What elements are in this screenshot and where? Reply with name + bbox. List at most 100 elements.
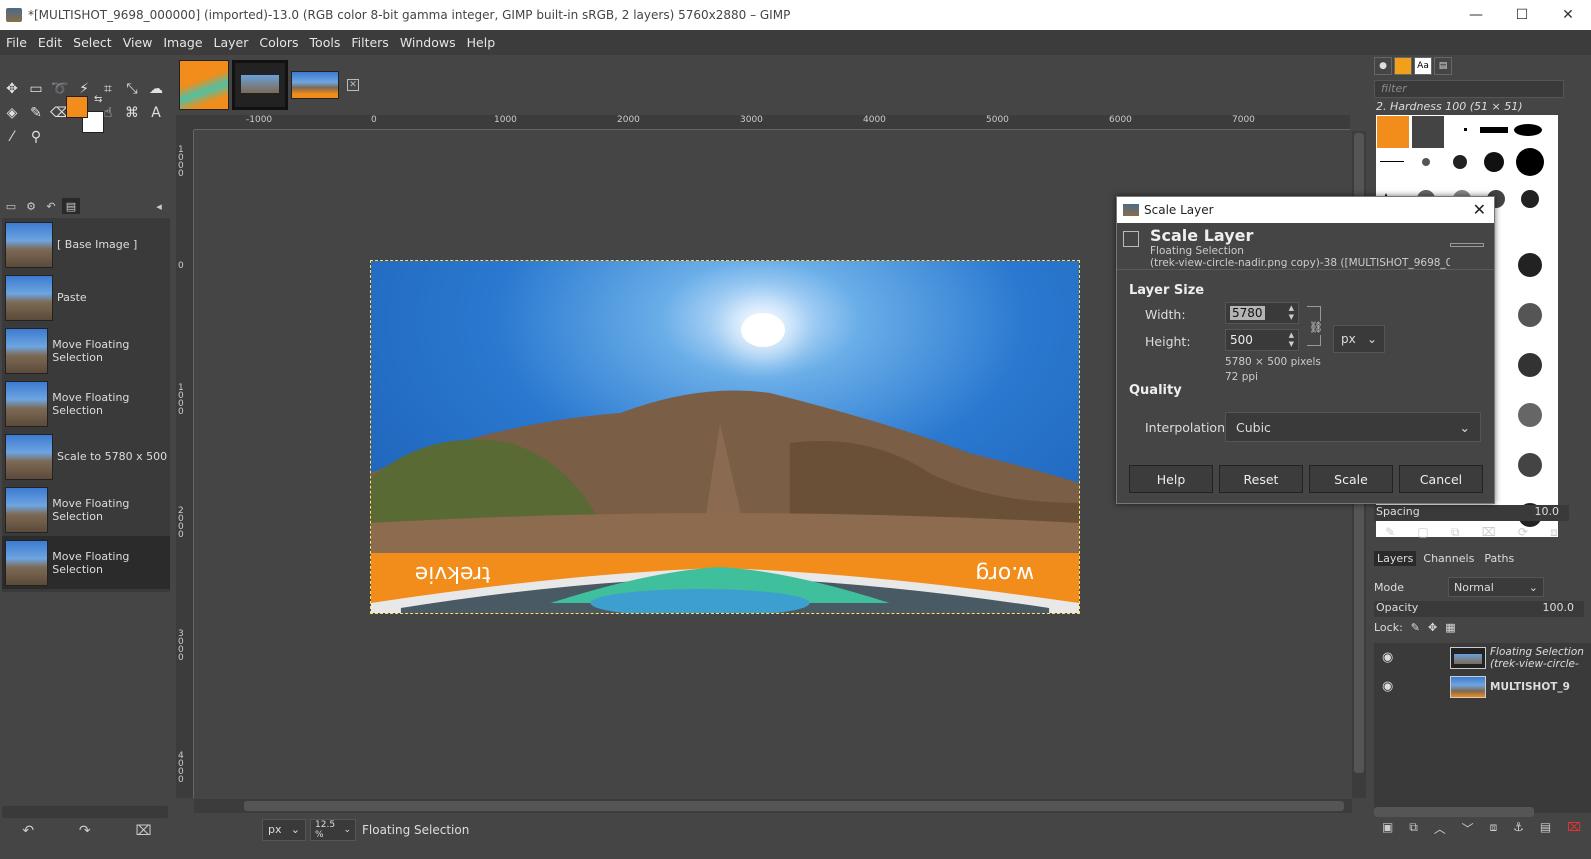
warp-transform-icon[interactable]: ☁ xyxy=(144,77,168,101)
bucket-fill-icon[interactable]: ◈ xyxy=(0,101,24,125)
menu-colors[interactable]: Colors xyxy=(259,35,298,50)
zoom-select[interactable]: 12.5 % ⌄ xyxy=(310,818,356,841)
unit-dropdown[interactable]: px ⌄ xyxy=(1333,325,1385,353)
layer-row[interactable]: ◉ Floating Selection (trek-view-circle- xyxy=(1374,643,1591,672)
width-spinbox[interactable]: 5780 ▲ ▼ xyxy=(1225,302,1299,324)
new-brush-icon[interactable]: ▢ xyxy=(1417,525,1428,543)
list-item[interactable]: Move Floating Selection xyxy=(2,324,170,377)
unified-transform-icon[interactable]: ⤡ xyxy=(120,77,144,101)
horizontal-scrollbar[interactable] xyxy=(194,799,1352,813)
menu-select[interactable]: Select xyxy=(73,35,112,50)
raise-layer-icon[interactable]: ︿ xyxy=(1434,820,1446,842)
swap-colors-icon[interactable]: ⇆ xyxy=(94,94,102,105)
new-group-icon[interactable]: ⧉ xyxy=(1409,820,1418,842)
menu-tools[interactable]: Tools xyxy=(310,35,341,50)
text-tool-icon[interactable]: A xyxy=(144,101,168,125)
spin-arrows-icon[interactable]: ▲ ▼ xyxy=(1289,331,1294,349)
list-item[interactable]: Paste xyxy=(2,271,170,324)
interpolation-select[interactable]: Cubic ⌄ xyxy=(1225,412,1481,442)
menu-view[interactable]: View xyxy=(123,35,153,50)
visibility-eye-icon[interactable]: ◉ xyxy=(1382,650,1402,665)
color-picker-icon[interactable]: ⁄ xyxy=(0,125,24,149)
lower-layer-icon[interactable]: ﹀ xyxy=(1462,820,1474,842)
vertical-ruler[interactable]: 1000 0 1000 2000 3000 4000 xyxy=(176,130,194,798)
tool-options-tab-icon[interactable]: ▭ xyxy=(2,198,20,214)
lock-alpha-icon[interactable]: ▦ xyxy=(1445,621,1455,634)
layers-scrollbar[interactable] xyxy=(1374,807,1534,817)
open-brush-icon[interactable]: ⧈ xyxy=(1550,525,1558,543)
visibility-eye-icon[interactable]: ◉ xyxy=(1382,679,1402,694)
minimize-button[interactable]: — xyxy=(1453,0,1499,30)
menu-filters[interactable]: Filters xyxy=(351,35,388,50)
anchor-layer-icon[interactable]: ⚓ xyxy=(1513,820,1524,842)
clear-history-icon[interactable]: ⌧ xyxy=(135,823,151,839)
foreground-color-swatch[interactable] xyxy=(66,96,88,118)
fonts-tab-icon[interactable]: Aa xyxy=(1414,57,1432,75)
opacity-slider[interactable]: Opacity 100.0 xyxy=(1374,601,1584,617)
tab-paths[interactable]: Paths xyxy=(1481,551,1517,566)
device-status-tab-icon[interactable]: ⚙ xyxy=(22,198,40,214)
maximize-button[interactable]: ☐ xyxy=(1499,0,1545,30)
panel-menu-icon[interactable]: ◂ xyxy=(150,198,168,214)
images-tab-icon[interactable]: ▤ xyxy=(62,198,80,214)
list-item[interactable]: Scale to 5780 x 500 xyxy=(2,430,170,483)
list-item[interactable]: Move Floating Selection xyxy=(2,483,170,536)
list-item-selected[interactable]: Move Floating Selection xyxy=(2,536,170,589)
reset-button[interactable]: Reset xyxy=(1219,465,1303,493)
image-tab-active[interactable] xyxy=(232,59,288,110)
menu-layer[interactable]: Layer xyxy=(214,35,249,50)
rect-select-icon[interactable]: ▭ xyxy=(24,77,48,101)
refresh-brushes-icon[interactable]: ⟳ xyxy=(1518,525,1528,543)
menu-image[interactable]: Image xyxy=(163,35,202,50)
image-tab-nadir[interactable] xyxy=(179,59,229,110)
horizontal-ruler[interactable]: -1000 0 1000 2000 3000 4000 5000 6000 70… xyxy=(194,115,1350,130)
edit-brush-icon[interactable]: ✎ xyxy=(1385,525,1395,543)
path-icon[interactable]: ⌘ xyxy=(120,101,144,125)
document-history-tab-icon[interactable]: ▤ xyxy=(1434,57,1452,75)
new-layer-icon[interactable]: ▣ xyxy=(1382,820,1393,842)
brush-spacing-slider[interactable]: Spacing 10.0 xyxy=(1374,505,1569,521)
undo-history-tab-icon[interactable]: ↶ xyxy=(42,198,60,214)
undo-scrollbar[interactable] xyxy=(2,806,168,818)
tab-channels[interactable]: Channels xyxy=(1420,551,1477,566)
lock-position-icon[interactable]: ✥ xyxy=(1428,621,1437,634)
image-tab-panorama[interactable] xyxy=(291,70,339,99)
spin-arrows-icon[interactable]: ▲ ▼ xyxy=(1289,304,1294,322)
duplicate-layer-icon[interactable]: ⧈ xyxy=(1490,820,1498,842)
layer-row[interactable]: ◉ MULTISHOT_9 xyxy=(1374,672,1591,701)
paintbrush-icon[interactable]: ✎ xyxy=(24,101,48,125)
delete-layer-icon[interactable]: ⌧ xyxy=(1567,820,1581,842)
layer-name[interactable]: MULTISHOT_9 xyxy=(1490,681,1570,693)
ruler-corner[interactable] xyxy=(176,115,194,130)
undo-icon[interactable]: ↶ xyxy=(22,823,34,839)
scale-button[interactable]: Scale xyxy=(1309,465,1393,493)
close-icon[interactable]: ✕ xyxy=(1473,200,1486,219)
brush-filter-input[interactable]: filter xyxy=(1374,80,1564,98)
menu-windows[interactable]: Windows xyxy=(400,35,456,50)
menu-help[interactable]: Help xyxy=(467,35,496,50)
mask-layer-icon[interactable]: ▤ xyxy=(1540,820,1551,842)
layer-mode-select[interactable]: Normal ⌄ xyxy=(1447,577,1544,597)
image-canvas[interactable]: trekvie w.org xyxy=(370,260,1080,614)
height-spinbox[interactable]: 500 ▲ ▼ xyxy=(1225,329,1299,351)
zoom-icon[interactable]: ⚲ xyxy=(24,125,48,149)
close-window-button[interactable]: ✕ xyxy=(1545,0,1591,30)
lock-pixels-icon[interactable]: ✎ xyxy=(1411,621,1420,634)
chain-link-icon[interactable]: ⛓ xyxy=(1309,321,1323,335)
redo-icon[interactable]: ↷ xyxy=(79,823,91,839)
brushes-tab-icon[interactable]: ● xyxy=(1374,57,1392,75)
help-button[interactable]: Help xyxy=(1129,465,1213,493)
tab-layers[interactable]: Layers xyxy=(1374,551,1417,566)
cancel-button[interactable]: Cancel xyxy=(1399,465,1483,493)
menu-edit[interactable]: Edit xyxy=(38,35,62,50)
layer-name[interactable]: Floating Selection (trek-view-circle- xyxy=(1490,646,1584,670)
close-tab-icon[interactable]: ✕ xyxy=(347,78,359,91)
duplicate-brush-icon[interactable]: ⧉ xyxy=(1451,525,1460,543)
unit-select[interactable]: px ⌄ xyxy=(262,818,306,841)
delete-brush-icon[interactable]: ⌧ xyxy=(1482,525,1496,543)
fg-bg-colors[interactable]: ⇆ xyxy=(66,94,108,136)
list-item[interactable]: [ Base Image ] xyxy=(2,218,170,271)
list-item[interactable]: Move Floating Selection xyxy=(2,377,170,430)
patterns-tab-icon[interactable] xyxy=(1394,57,1412,75)
menu-file[interactable]: File xyxy=(6,35,27,50)
